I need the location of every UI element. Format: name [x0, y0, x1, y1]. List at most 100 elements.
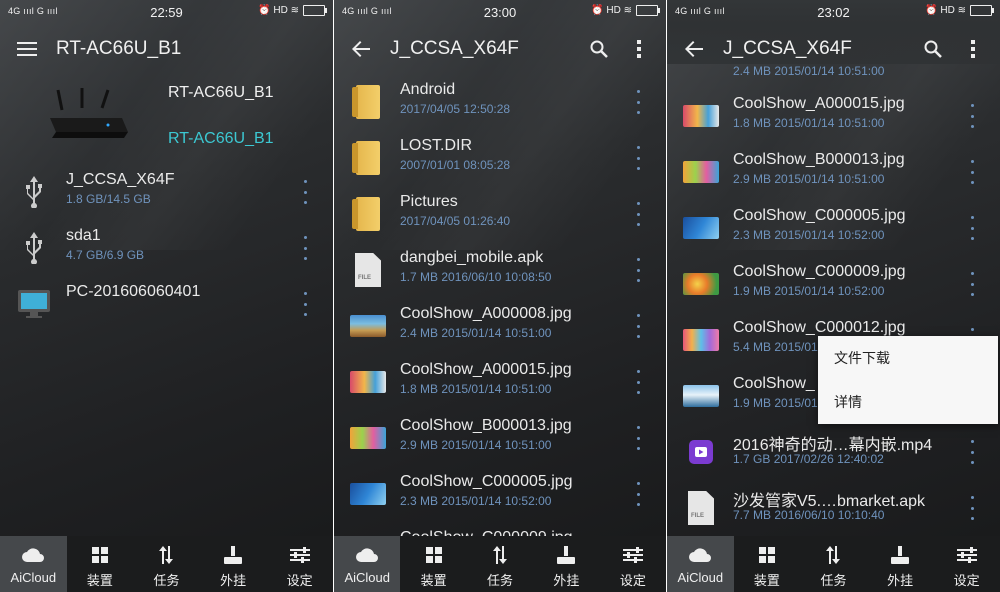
item-name: CoolShow_A000008.jpg — [400, 305, 572, 322]
item-name: sda1 — [66, 227, 101, 244]
tab-label: AiCloud — [344, 570, 390, 585]
image-thumbnail — [681, 322, 721, 358]
more-options-icon[interactable] — [299, 292, 311, 316]
item-meta: 2007/01/01 08:05:28 — [400, 158, 511, 172]
status-icons-text: ⏰ HD ≋ — [925, 5, 966, 16]
list-item[interactable]: CoolShow_A000015.jpg 1.8 MB 2015/01/14 10… — [334, 354, 666, 410]
item-name: CoolShow_B000013.jpg — [733, 151, 905, 168]
item-name: CoolShow_C000009.jpg — [733, 263, 906, 280]
list-item[interactable]: J_CCSA_X64F 1.8 GB/14.5 GB — [0, 164, 333, 220]
more-options-icon[interactable] — [632, 90, 644, 114]
list-item[interactable]: FILE 沙发管家V5.…bmarket.apk 7.7 MB 2016/06/10… — [667, 480, 1000, 536]
tab-settings[interactable]: 设定 — [933, 536, 1000, 592]
bottom-tab-bar: AiCloud 装置 任务 外挂 设定 — [667, 536, 1000, 592]
more-options-icon[interactable] — [966, 496, 978, 520]
back-arrow-icon[interactable] — [348, 36, 374, 62]
more-options-icon[interactable] — [632, 202, 644, 226]
item-meta: 1.8 GB/14.5 GB — [66, 192, 151, 206]
list-item[interactable]: LOST.DIR 2007/01/01 08:05:28 — [334, 130, 666, 186]
menu-icon[interactable] — [14, 36, 40, 62]
cloud-icon — [667, 545, 734, 565]
list-item[interactable]: CoolShow_B000013.jpg 2.9 MB 2015/01/14 10… — [334, 410, 666, 466]
item-name: CoolShow_A000015.jpg — [400, 361, 572, 378]
back-arrow-icon[interactable] — [681, 36, 707, 62]
more-options-icon[interactable] — [632, 258, 644, 282]
tab-label: 外挂 — [220, 573, 247, 588]
screen-file-list: 4G ıııl G ıııl 23:00 ⏰ HD ≋ J_CCSA_X64F … — [334, 0, 666, 592]
list-item[interactable]: CoolShow_C000005.jpg 2.3 MB 2015/01/14 10… — [334, 466, 666, 522]
search-icon[interactable] — [586, 36, 612, 62]
search-icon[interactable] — [920, 36, 946, 62]
tab-label: 设定 — [286, 573, 313, 588]
sliders-icon — [933, 545, 1000, 565]
overflow-menu-icon[interactable] — [626, 36, 652, 62]
tab-devices[interactable]: 装置 — [400, 536, 466, 592]
item-name: J_CCSA_X64F — [66, 171, 175, 188]
tab-plugins[interactable]: 外挂 — [533, 536, 599, 592]
more-options-icon[interactable] — [299, 180, 311, 204]
more-options-icon[interactable] — [299, 236, 311, 260]
more-options-icon[interactable] — [966, 272, 978, 296]
item-name: LOST.DIR — [400, 137, 473, 154]
list-item[interactable]: CoolShow_A000015.jpg 1.8 MB 2015/01/14 10… — [667, 88, 1000, 144]
list-item[interactable]: CoolShow_B000013.jpg 2.9 MB 2015/01/14 10… — [667, 144, 1000, 200]
tab-label: 任务 — [820, 573, 847, 588]
status-bar: 4G ıııl G ıııl 23:02 ⏰ HD ≋ — [667, 0, 1000, 24]
bottom-tab-bar: AiCloud 装置 任务 外挂 设定 — [0, 536, 333, 592]
tab-label: 装置 — [86, 573, 113, 588]
list-item[interactable]: Android 2017/04/05 12:50:28 — [334, 74, 666, 130]
tab-tasks[interactable]: 任务 — [467, 536, 533, 592]
overflow-menu-icon[interactable] — [960, 36, 986, 62]
tab-plugins[interactable]: 外挂 — [867, 536, 934, 592]
tab-settings[interactable]: 设定 — [266, 536, 333, 592]
usb-icon — [14, 174, 54, 210]
tab-tasks[interactable]: 任务 — [133, 536, 200, 592]
item-meta: 1.8 MB 2015/01/14 10:51:00 — [733, 116, 885, 130]
tab-label: 装置 — [420, 573, 447, 588]
more-options-icon[interactable] — [632, 370, 644, 394]
tab-devices[interactable]: 装置 — [67, 536, 134, 592]
grid-icon — [734, 545, 801, 565]
more-options-icon[interactable] — [966, 104, 978, 128]
more-options-icon[interactable] — [632, 482, 644, 506]
tab-aicloud[interactable]: AiCloud — [334, 536, 401, 592]
list-item[interactable]: FILE dangbei_mobile.apk 1.7 MB 2016/06/10 … — [334, 242, 666, 298]
list-item[interactable]: CoolShow_C000009.jpg 1.9 MB 2015/01/14 10… — [667, 256, 1000, 312]
monitor-icon — [14, 286, 54, 322]
transfer-arrows-icon — [133, 545, 200, 565]
list-item[interactable]: sda1 4.7 GB/6.9 GB — [0, 220, 333, 276]
folder-icon — [348, 140, 388, 176]
router-name-accent[interactable]: RT-AC66U_B1 — [168, 130, 274, 148]
item-meta: 2.3 MB 2015/01/14 10:52:00 — [400, 494, 552, 508]
tab-aicloud[interactable]: AiCloud — [0, 536, 67, 592]
more-options-icon[interactable] — [632, 314, 644, 338]
tab-aicloud[interactable]: AiCloud — [667, 536, 734, 592]
sliders-icon — [600, 545, 666, 565]
menu-item-details[interactable]: 详情 — [818, 380, 998, 424]
router-name: RT-AC66U_B1 — [168, 84, 274, 101]
cloud-icon — [0, 545, 67, 565]
more-options-icon[interactable] — [966, 440, 978, 464]
more-options-icon[interactable] — [966, 216, 978, 240]
list-item[interactable]: Pictures 2017/04/05 01:26:40 — [334, 186, 666, 242]
item-meta: 1.9 MB 2015/01 — [733, 396, 818, 410]
item-meta: 4.7 GB/6.9 GB — [66, 248, 145, 262]
app-bar: J_CCSA_X64F — [667, 24, 1000, 64]
list-item[interactable]: CoolShow_A000008.jpg 2.4 MB 2015/01/14 10… — [334, 298, 666, 354]
menu-item-download[interactable]: 文件下载 — [818, 336, 998, 380]
tab-devices[interactable]: 装置 — [734, 536, 801, 592]
more-options-icon[interactable] — [632, 426, 644, 450]
tab-settings[interactable]: 设定 — [600, 536, 666, 592]
item-meta: 2.9 MB 2015/01/14 10:51:00 — [400, 438, 552, 452]
list-item[interactable]: 2016神奇的动…幕内嵌.mp4 1.7 GB 2017/02/26 12:40:… — [667, 424, 1000, 480]
more-options-icon[interactable] — [632, 146, 644, 170]
tab-label: AiCloud — [677, 570, 724, 585]
tab-tasks[interactable]: 任务 — [800, 536, 867, 592]
more-options-icon[interactable] — [966, 160, 978, 184]
bottom-tab-bar: AiCloud 装置 任务 外挂 设定 — [334, 536, 666, 592]
screen-devices: 4G ıııl G ıııl 22:59 ⏰ HD ≋ RT-AC66U_B1 … — [0, 0, 333, 592]
list-item[interactable]: CoolShow_C000005.jpg 2.3 MB 2015/01/14 10… — [667, 200, 1000, 256]
tab-plugins[interactable]: 外挂 — [200, 536, 267, 592]
app-bar: J_CCSA_X64F — [334, 24, 666, 74]
list-item[interactable]: PC-201606060401 — [0, 276, 333, 332]
